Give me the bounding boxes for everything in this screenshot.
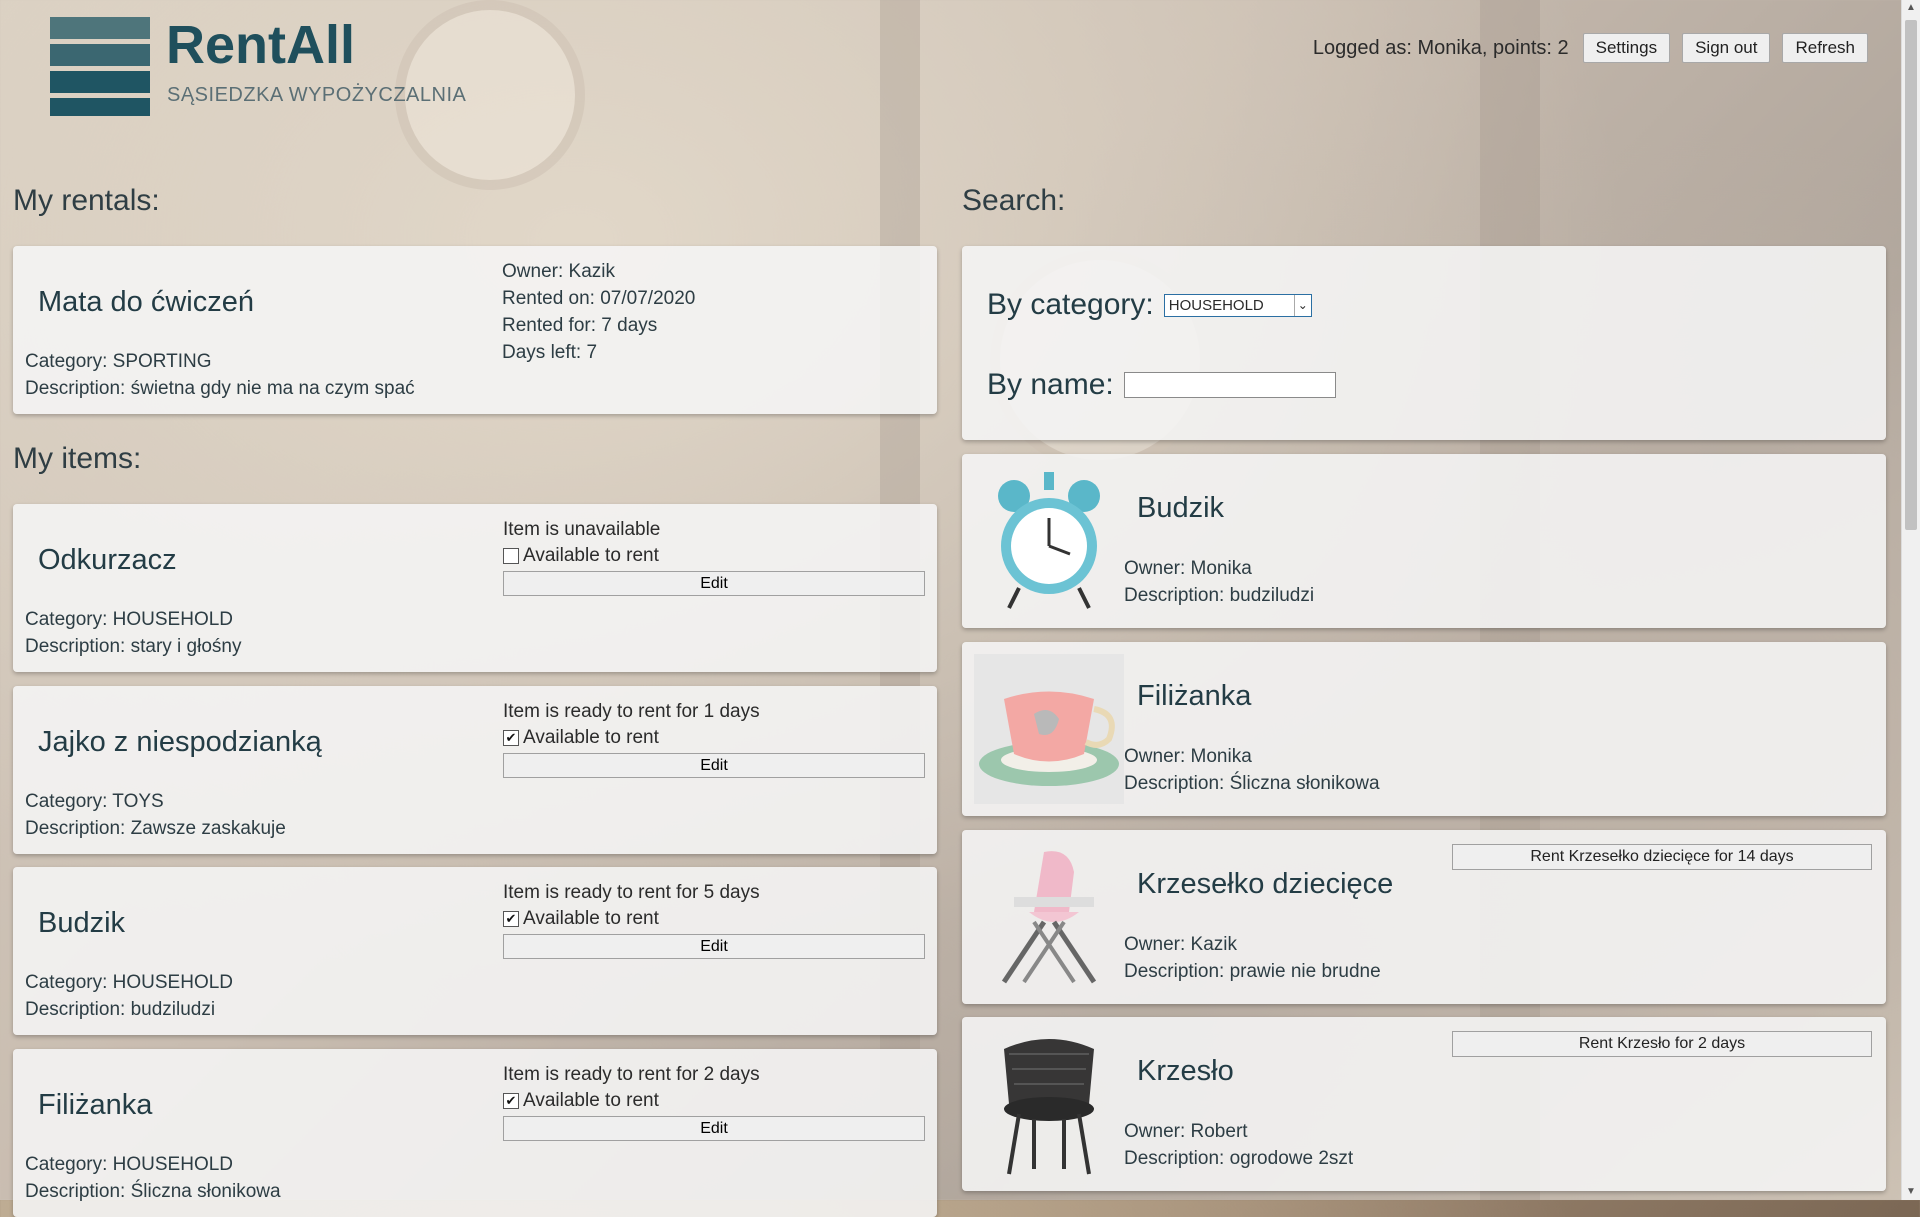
item-controls: Item is ready to rent for 1 days ✔ Avail… [503, 701, 925, 778]
result-owner: Owner: Monika [1124, 558, 1252, 579]
rental-duration: Rented for: 7 days [502, 315, 658, 336]
item-status: Item is ready to rent for 1 days [503, 701, 760, 722]
item-description: Description: budziludzi [25, 999, 216, 1020]
logo-icon [50, 17, 150, 117]
name-filter-label: By name: [987, 368, 1114, 401]
user-status: Logged as: Monika, points: 2 [1312, 36, 1569, 59]
item-description: Description: stary i głośny [25, 636, 242, 657]
checkbox-unchecked-icon[interactable] [503, 548, 519, 564]
item-description: Description: Zawsze zaskakuje [25, 818, 286, 839]
item-card: Budzik Category: HOUSEHOLD Description: … [13, 867, 937, 1035]
available-label: Available to rent [523, 1090, 659, 1111]
high-chair-icon [1001, 851, 1097, 984]
name-filter: By name: [987, 368, 1336, 402]
rent-button[interactable]: Rent Krzesło for 2 days [1452, 1031, 1872, 1057]
available-checkbox[interactable]: ✔ Available to rent [503, 727, 925, 749]
scroll-up-icon[interactable]: ▲ [1902, 0, 1920, 16]
item-name: Budzik [38, 907, 126, 939]
item-card: Filiżanka Category: HOUSEHOLD Descriptio… [13, 1049, 937, 1217]
scroll-down-icon[interactable]: ▼ [1902, 1184, 1920, 1200]
category-filter-label: By category: [987, 288, 1154, 321]
rental-owner: Owner: Kazik [502, 261, 615, 282]
category-filter: By category: HOUSEHOLD ⌄ [987, 288, 1312, 322]
rental-description: Description: świetna gdy nie ma na czym … [25, 378, 415, 399]
search-title: Search: [962, 184, 1066, 217]
my-items-title: My items: [13, 442, 142, 475]
item-controls: Item is unavailable Available to rent Ed… [503, 519, 925, 596]
rental-days-left: Days left: 7 [502, 342, 598, 363]
item-status: Item is unavailable [503, 519, 661, 540]
item-controls: Item is ready to rent for 5 days ✔ Avail… [503, 882, 925, 959]
rental-date: Rented on: 07/07/2020 [502, 288, 696, 309]
item-name: Odkurzacz [38, 544, 177, 576]
item-category: Category: TOYS [25, 791, 164, 812]
item-name: Filiżanka [38, 1089, 153, 1121]
app-title: RentAll [166, 15, 355, 75]
available-label: Available to rent [523, 545, 659, 566]
app-subtitle: SĄSIEDZKA WYPOŻYCZALNIA [167, 84, 467, 106]
result-name: Krzesło [1137, 1055, 1234, 1087]
result-card: Budzik Owner: Monika Description: budzil… [962, 454, 1886, 628]
my-rentals-title: My rentals: [13, 184, 160, 217]
category-select-value: HOUSEHOLD [1168, 296, 1264, 314]
available-checkbox[interactable]: Available to rent [503, 545, 925, 567]
category-select[interactable]: HOUSEHOLD ⌄ [1163, 293, 1312, 317]
result-name: Filiżanka [1137, 680, 1252, 712]
checkbox-checked-icon[interactable]: ✔ [503, 730, 519, 746]
checkbox-checked-icon[interactable]: ✔ [503, 911, 519, 927]
rent-button[interactable]: Rent Krzesełko dziecięce for 14 days [1452, 844, 1872, 870]
rental-category: Category: SPORTING [25, 351, 212, 372]
result-owner: Owner: Robert [1124, 1121, 1248, 1142]
available-label: Available to rent [523, 727, 659, 748]
result-owner: Owner: Kazik [1124, 934, 1237, 955]
available-checkbox[interactable]: ✔ Available to rent [503, 908, 925, 930]
result-description: Description: prawie nie brudne [1124, 961, 1381, 982]
user-bar: Logged as: Monika, points: 2 Settings Si… [1313, 33, 1868, 63]
edit-button[interactable]: Edit [503, 934, 925, 959]
chair-icon [1004, 1039, 1094, 1175]
edit-button[interactable]: Edit [503, 571, 925, 596]
available-label: Available to rent [523, 908, 659, 929]
result-description: Description: Śliczna słonikowa [1124, 773, 1380, 794]
item-card: Odkurzacz Category: HOUSEHOLD Descriptio… [13, 504, 937, 672]
item-category: Category: HOUSEHOLD [25, 1154, 234, 1175]
available-checkbox[interactable]: ✔ Available to rent [503, 1090, 925, 1112]
rental-name: Mata do ćwiczeń [38, 286, 254, 318]
item-category: Category: HOUSEHOLD [25, 609, 234, 630]
result-name: Krzesełko dziecięce [1137, 868, 1394, 900]
result-owner: Owner: Monika [1124, 746, 1252, 767]
page-scrollbar[interactable]: ▲ ▼ [1901, 0, 1920, 1200]
item-category: Category: HOUSEHOLD [25, 972, 234, 993]
chevron-down-icon[interactable]: ⌄ [1293, 294, 1311, 316]
settings-button[interactable]: Settings [1582, 33, 1671, 63]
item-status: Item is ready to rent for 2 days [503, 1064, 760, 1085]
scrollbar-thumb[interactable] [1905, 20, 1917, 530]
item-controls: Item is ready to rent for 2 days ✔ Avail… [503, 1064, 925, 1141]
item-name: Jajko z niespodzianką [38, 726, 322, 758]
result-description: Description: budziludzi [1124, 585, 1315, 606]
teacup-icon [974, 654, 1124, 804]
item-status: Item is ready to rent for 5 days [503, 882, 760, 903]
result-description: Description: ogrodowe 2szt [1124, 1148, 1354, 1169]
edit-button[interactable]: Edit [503, 1116, 925, 1141]
item-card: Jajko z niespodzianką Category: TOYS Des… [13, 686, 937, 854]
sign-out-button[interactable]: Sign out [1682, 33, 1771, 63]
checkbox-checked-icon[interactable]: ✔ [503, 1093, 519, 1109]
result-card: Krzesełko dziecięce Owner: Kazik Descrip… [962, 830, 1886, 1004]
refresh-button[interactable]: Refresh [1782, 33, 1868, 63]
rental-card: Mata do ćwiczeń Category: SPORTING Descr… [13, 246, 937, 414]
result-card: Krzesło Owner: Robert Description: ogrod… [962, 1017, 1886, 1191]
result-name: Budzik [1137, 492, 1225, 524]
alarm-clock-icon [998, 472, 1100, 609]
result-card: Filiżanka Owner: Monika Description: Śli… [962, 642, 1886, 816]
name-search-input[interactable] [1123, 372, 1336, 398]
edit-button[interactable]: Edit [503, 753, 925, 778]
search-panel: By category: HOUSEHOLD ⌄ By name: [962, 246, 1886, 440]
